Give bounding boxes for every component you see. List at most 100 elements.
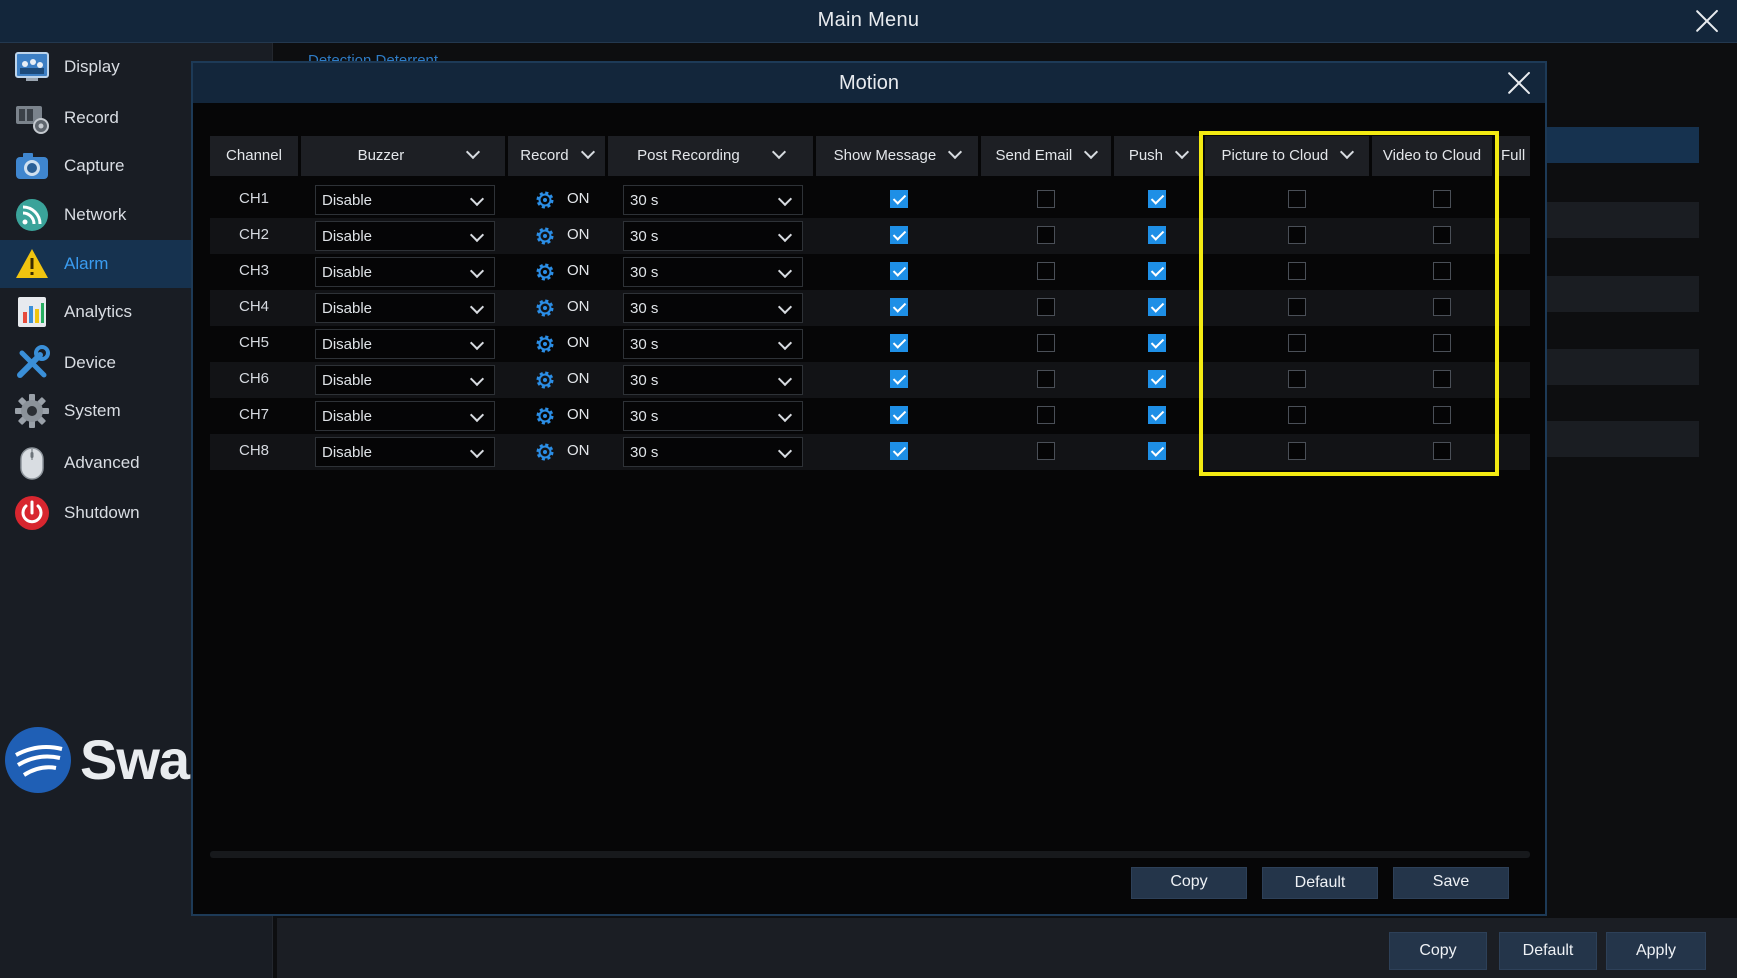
show-message-checkbox[interactable] bbox=[890, 190, 908, 208]
chevron-down-icon[interactable] bbox=[466, 144, 481, 160]
video-to-cloud-checkbox[interactable] bbox=[1433, 442, 1451, 460]
buzzer-select[interactable]: Disable bbox=[315, 257, 495, 287]
push-checkbox[interactable] bbox=[1148, 370, 1166, 388]
record-settings-gear-icon[interactable] bbox=[535, 334, 555, 354]
chevron-down-icon[interactable] bbox=[771, 144, 786, 160]
column-header-post-recording[interactable]: Post Recording bbox=[608, 136, 813, 176]
send-email-checkbox[interactable] bbox=[1037, 190, 1055, 208]
video-to-cloud-checkbox[interactable] bbox=[1433, 370, 1451, 388]
picture-to-cloud-checkbox[interactable] bbox=[1288, 442, 1306, 460]
show-message-checkbox[interactable] bbox=[890, 406, 908, 424]
show-message-checkbox[interactable] bbox=[890, 370, 908, 388]
motion-table: Channel Buzzer Record Post Recording Sho… bbox=[210, 136, 1530, 476]
column-header-buzzer[interactable]: Buzzer bbox=[301, 136, 505, 176]
dialog-save-button[interactable]: Save bbox=[1393, 867, 1509, 899]
apply-button[interactable]: Apply bbox=[1606, 932, 1706, 970]
push-checkbox[interactable] bbox=[1148, 262, 1166, 280]
push-checkbox[interactable] bbox=[1148, 406, 1166, 424]
chevron-down-icon[interactable] bbox=[1175, 144, 1190, 160]
copy-button[interactable]: Copy bbox=[1389, 932, 1487, 970]
chevron-down-icon[interactable] bbox=[580, 144, 595, 160]
column-header-show-message[interactable]: Show Message bbox=[816, 136, 978, 176]
column-header-push[interactable]: Push bbox=[1114, 136, 1202, 176]
push-checkbox[interactable] bbox=[1148, 226, 1166, 244]
record-settings-gear-icon[interactable] bbox=[535, 370, 555, 390]
dialog-default-button[interactable]: Default bbox=[1262, 867, 1378, 899]
buzzer-select[interactable]: Disable bbox=[315, 437, 495, 467]
show-message-checkbox[interactable] bbox=[890, 298, 908, 316]
camera-icon bbox=[16, 153, 48, 179]
record-settings-gear-icon[interactable] bbox=[535, 262, 555, 282]
chevron-down-icon bbox=[469, 299, 485, 315]
record-status: ON bbox=[567, 190, 590, 207]
sidebar-item-label: Network bbox=[64, 205, 127, 224]
post-recording-select[interactable]: 30 s bbox=[623, 257, 803, 287]
column-header-send-email[interactable]: Send Email bbox=[981, 136, 1111, 176]
buzzer-select[interactable]: Disable bbox=[315, 185, 495, 215]
chevron-down-icon[interactable] bbox=[948, 144, 963, 160]
sidebar-item-label: Analytics bbox=[64, 302, 133, 321]
record-settings-gear-icon[interactable] bbox=[535, 226, 555, 246]
picture-to-cloud-checkbox[interactable] bbox=[1288, 190, 1306, 208]
send-email-checkbox[interactable] bbox=[1037, 442, 1055, 460]
picture-to-cloud-checkbox[interactable] bbox=[1288, 334, 1306, 352]
post-recording-select[interactable]: 30 s bbox=[623, 221, 803, 251]
post-recording-select[interactable]: 30 s bbox=[623, 365, 803, 395]
default-button[interactable]: Default bbox=[1499, 932, 1597, 970]
picture-to-cloud-checkbox[interactable] bbox=[1288, 226, 1306, 244]
post-recording-select[interactable]: 30 s bbox=[623, 185, 803, 215]
send-email-checkbox[interactable] bbox=[1037, 370, 1055, 388]
post-recording-select[interactable]: 30 s bbox=[623, 437, 803, 467]
record-settings-gear-icon[interactable] bbox=[535, 298, 555, 318]
chevron-down-icon[interactable] bbox=[1340, 144, 1355, 160]
buzzer-select[interactable]: Disable bbox=[315, 329, 495, 359]
send-email-checkbox[interactable] bbox=[1037, 262, 1055, 280]
post-recording-select[interactable]: 30 s bbox=[623, 401, 803, 431]
picture-to-cloud-checkbox[interactable] bbox=[1288, 262, 1306, 280]
push-checkbox[interactable] bbox=[1148, 190, 1166, 208]
table-row: CH8 Disable ON 30 s bbox=[210, 434, 1530, 470]
main-close-icon[interactable] bbox=[1694, 8, 1720, 34]
buzzer-select[interactable]: Disable bbox=[315, 293, 495, 323]
picture-to-cloud-checkbox[interactable] bbox=[1288, 370, 1306, 388]
video-to-cloud-checkbox[interactable] bbox=[1433, 334, 1451, 352]
main-menu-title-bar: Main Menu bbox=[0, 0, 1737, 43]
chevron-down-icon[interactable] bbox=[1084, 144, 1099, 160]
buzzer-select[interactable]: Disable bbox=[315, 401, 495, 431]
push-checkbox[interactable] bbox=[1148, 298, 1166, 316]
record-settings-gear-icon[interactable] bbox=[535, 406, 555, 426]
buzzer-select[interactable]: Disable bbox=[315, 221, 495, 251]
show-message-checkbox[interactable] bbox=[890, 442, 908, 460]
dialog-copy-button[interactable]: Copy bbox=[1131, 867, 1247, 899]
send-email-checkbox[interactable] bbox=[1037, 226, 1055, 244]
picture-to-cloud-checkbox[interactable] bbox=[1288, 406, 1306, 424]
column-header-picture-to-cloud[interactable]: Picture to Cloud bbox=[1205, 136, 1369, 176]
push-checkbox[interactable] bbox=[1148, 442, 1166, 460]
video-to-cloud-checkbox[interactable] bbox=[1433, 406, 1451, 424]
buzzer-select[interactable]: Disable bbox=[315, 365, 495, 395]
show-message-checkbox[interactable] bbox=[890, 334, 908, 352]
dialog-close-icon[interactable] bbox=[1506, 70, 1532, 96]
dialog-title: Motion bbox=[838, 72, 900, 94]
push-checkbox[interactable] bbox=[1148, 334, 1166, 352]
chevron-down-icon bbox=[777, 443, 793, 459]
send-email-checkbox[interactable] bbox=[1037, 298, 1055, 316]
channel-label: CH7 bbox=[238, 406, 269, 423]
record-settings-gear-icon[interactable] bbox=[535, 442, 555, 462]
send-email-checkbox[interactable] bbox=[1037, 406, 1055, 424]
post-recording-select[interactable]: 30 s bbox=[623, 329, 803, 359]
show-message-checkbox[interactable] bbox=[890, 226, 908, 244]
send-email-checkbox[interactable] bbox=[1037, 334, 1055, 352]
chevron-down-icon bbox=[469, 227, 485, 243]
chevron-down-icon bbox=[777, 191, 793, 207]
horizontal-scrollbar[interactable] bbox=[210, 851, 1530, 858]
post-recording-select[interactable]: 30 s bbox=[623, 293, 803, 323]
record-settings-gear-icon[interactable] bbox=[535, 190, 555, 210]
video-to-cloud-checkbox[interactable] bbox=[1433, 262, 1451, 280]
video-to-cloud-checkbox[interactable] bbox=[1433, 226, 1451, 244]
video-to-cloud-checkbox[interactable] bbox=[1433, 190, 1451, 208]
show-message-checkbox[interactable] bbox=[890, 262, 908, 280]
video-to-cloud-checkbox[interactable] bbox=[1433, 298, 1451, 316]
column-header-record[interactable]: Record bbox=[508, 136, 605, 176]
picture-to-cloud-checkbox[interactable] bbox=[1288, 298, 1306, 316]
